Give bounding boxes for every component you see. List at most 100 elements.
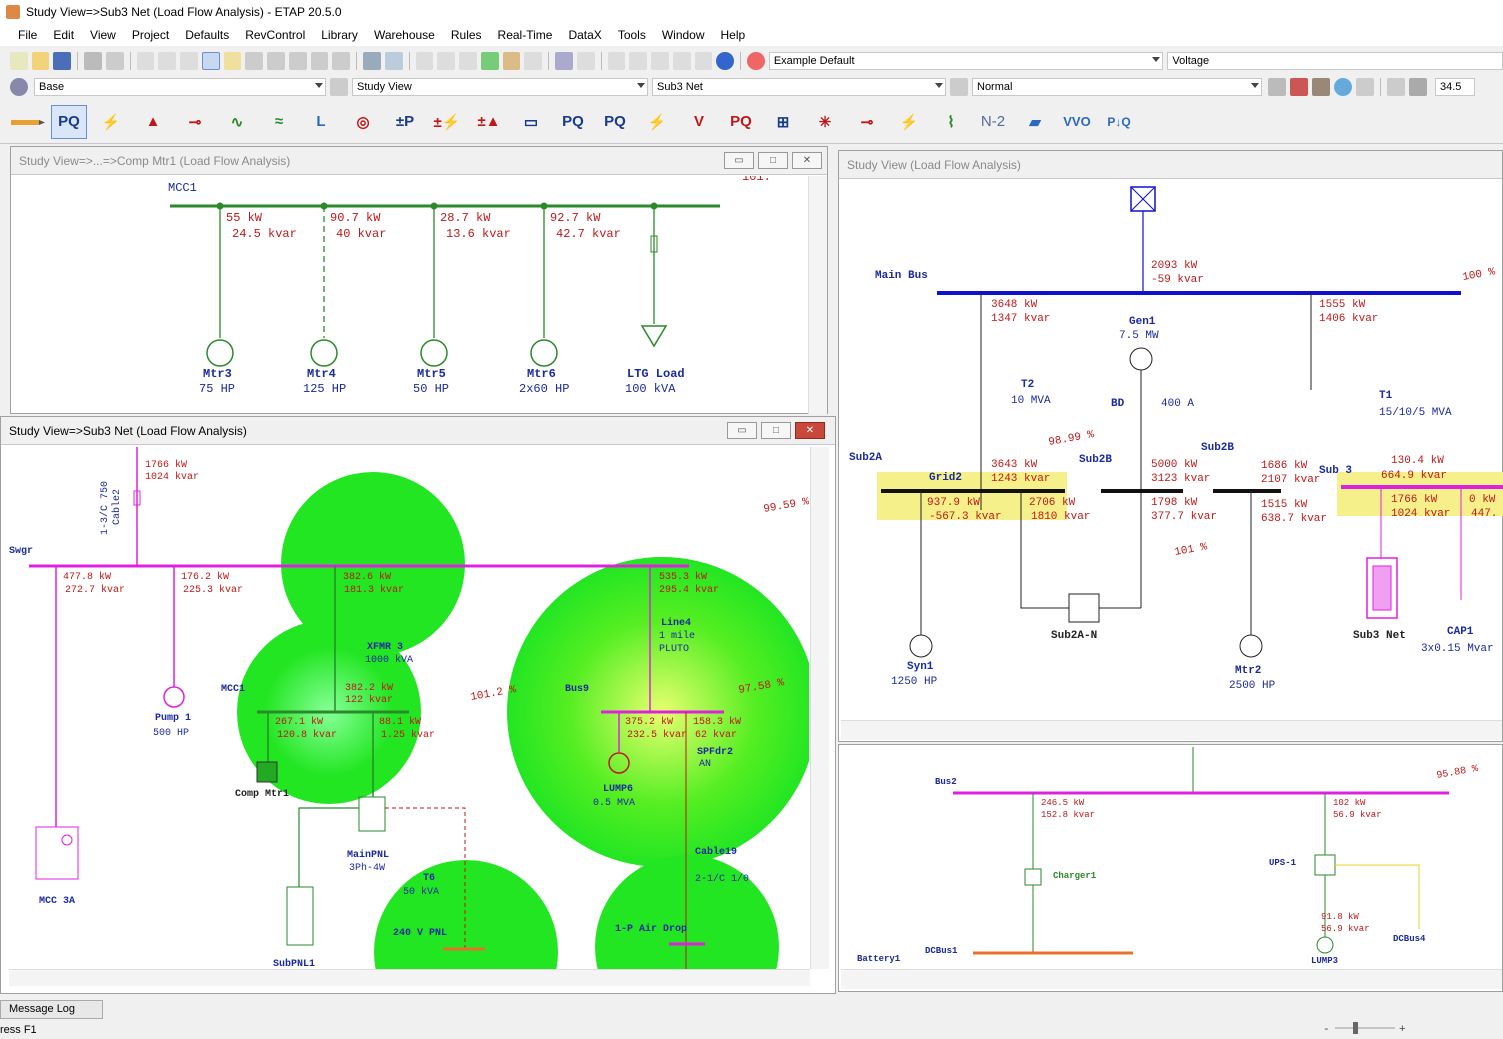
unbalanced-sc-icon[interactable]: ±⚡ <box>429 105 465 139</box>
short-circuit-icon[interactable]: ⚡ <box>93 105 129 139</box>
redo-icon[interactable] <box>384 52 403 70</box>
bus-icon[interactable] <box>576 52 595 70</box>
n1-icon[interactable]: ⌇ <box>933 105 969 139</box>
open-icon[interactable] <box>31 52 50 70</box>
zoom-out-icon[interactable] <box>267 52 285 70</box>
show-grid-icon[interactable] <box>437 52 456 70</box>
print-preview-icon[interactable] <box>105 52 124 70</box>
menu-revcontrol[interactable]: RevControl <box>237 24 313 46</box>
menu-rules[interactable]: Rules <box>443 24 490 46</box>
print-icon[interactable] <box>84 52 102 70</box>
pencil-icon[interactable] <box>9 105 45 139</box>
menu-warehouse[interactable]: Warehouse <box>366 24 443 46</box>
motor-symbol[interactable] <box>206 339 234 367</box>
config-icon[interactable] <box>10 78 28 96</box>
zoom-in-icon[interactable] <box>245 52 264 70</box>
menu-view[interactable]: View <box>82 24 124 46</box>
minimize-button[interactable]: ▭ <box>727 422 757 439</box>
zoom-window-icon[interactable] <box>310 52 329 70</box>
edit-icon[interactable] <box>1387 78 1405 96</box>
horizontal-scrollbar[interactable] <box>9 969 810 986</box>
zoom-fit-icon[interactable] <box>288 52 307 70</box>
arc-flash-icon[interactable]: ▲ <box>135 105 171 139</box>
vertical-scrollbar[interactable] <box>808 176 827 414</box>
zoom-area-icon[interactable] <box>332 52 351 70</box>
eraser-icon[interactable] <box>1409 78 1427 96</box>
dc-load-flow-icon[interactable]: PQ <box>555 105 591 139</box>
undo-icon[interactable] <box>363 52 381 70</box>
pan-icon[interactable] <box>201 52 220 70</box>
transient-icon[interactable]: ≈ <box>261 105 297 139</box>
harmonics-icon[interactable]: ∿ <box>219 105 255 139</box>
reliability-icon[interactable]: PQ <box>723 105 759 139</box>
n2-button[interactable]: N-2 <box>975 105 1011 139</box>
menu-real-time[interactable]: Real-Time <box>490 24 561 46</box>
binoculars-icon[interactable] <box>694 52 713 70</box>
menu-edit[interactable]: Edit <box>45 24 82 46</box>
config-status-select[interactable]: Normal <box>972 78 1262 96</box>
refresh-icon[interactable] <box>1356 78 1374 96</box>
hyperlink-icon[interactable] <box>555 52 573 70</box>
maximize-button[interactable]: □ <box>761 422 791 439</box>
menu-defaults[interactable]: Defaults <box>177 24 237 46</box>
message-log-tab[interactable]: Message Log <box>0 1000 103 1019</box>
report-icon[interactable] <box>607 52 626 70</box>
menu-file[interactable]: File <box>10 24 45 46</box>
cut-icon[interactable] <box>136 52 155 70</box>
theme-select[interactable]: Example Default <box>768 52 1164 70</box>
new-icon[interactable] <box>9 52 28 70</box>
find-icon[interactable] <box>524 52 543 70</box>
menu-project[interactable]: Project <box>124 24 177 46</box>
one-line-diagram[interactable]: 2093 kW -59 kvar Main Bus 100 % 3648 kW … <box>841 180 1503 720</box>
menu-datax[interactable]: DataX <box>560 24 609 46</box>
lock-icon[interactable] <box>502 52 521 70</box>
star-protection-icon[interactable]: L <box>303 105 339 139</box>
dc-arc-flash-icon[interactable]: ±▲ <box>471 105 507 139</box>
motor-symbol[interactable] <box>420 339 448 367</box>
minimize-button[interactable]: ▭ <box>724 152 754 169</box>
display-select[interactable]: Voltage <box>1167 52 1503 70</box>
copy-icon[interactable] <box>158 52 177 70</box>
paste-icon[interactable] <box>180 52 198 70</box>
one-line-diagram[interactable]: Bus2 95.88 % 246.5 kW 152.8 kvar Charger… <box>841 747 1503 969</box>
mcc3a-symbol[interactable] <box>35 826 79 880</box>
comp-mtr1-symbol[interactable] <box>256 761 278 783</box>
maximize-button[interactable]: □ <box>758 152 788 169</box>
mainpnl-symbol[interactable] <box>358 796 386 832</box>
presentation-icon[interactable] <box>330 78 348 96</box>
mtr2-symbol[interactable] <box>1239 634 1263 658</box>
menu-window[interactable]: Window <box>654 24 713 46</box>
cable-pulling-icon[interactable]: ✳ <box>807 105 843 139</box>
one-line-diagram[interactable]: Swgr 1-3/C 750 Cable2 1766 kW 1024 kvar … <box>9 447 809 969</box>
horizontal-scrollbar[interactable] <box>841 720 1502 740</box>
vertical-scrollbar[interactable] <box>810 447 829 969</box>
unbalanced-lf-icon[interactable]: PQ <box>597 105 633 139</box>
contingency-icon[interactable]: ⚡ <box>891 105 927 139</box>
motor-start-icon[interactable]: ⊸ <box>177 105 213 139</box>
load-flow-icon[interactable]: PQ <box>51 104 87 139</box>
copy-config-icon[interactable] <box>1268 78 1286 96</box>
text-box-icon[interactable] <box>415 52 434 70</box>
menu-tools[interactable]: Tools <box>610 24 654 46</box>
rail-icon[interactable]: ▰ <box>1017 105 1053 139</box>
subpnl-symbol[interactable] <box>286 886 314 946</box>
presentation-select[interactable]: Study View <box>352 78 648 96</box>
ups-symbol[interactable] <box>1314 854 1336 876</box>
motor-symbol[interactable] <box>530 339 558 367</box>
select-icon[interactable] <box>223 52 242 70</box>
pvq-icon[interactable]: P↓Q <box>1101 105 1137 139</box>
coordination-icon[interactable]: ◎ <box>345 105 381 139</box>
close-button[interactable]: ✕ <box>795 422 825 439</box>
base-select[interactable]: Base <box>34 78 326 96</box>
charger-symbol[interactable] <box>1024 868 1042 886</box>
switching-sequence-icon[interactable]: ⊸ <box>849 105 885 139</box>
lighting-load-symbol[interactable] <box>640 325 668 348</box>
ground-grid-icon[interactable]: ⊞ <box>765 105 801 139</box>
switching-icon[interactable] <box>950 78 968 96</box>
menu-library[interactable]: Library <box>313 24 366 46</box>
zoom-slider[interactable]: - + <box>1315 1020 1503 1036</box>
cloud-icon[interactable] <box>1334 78 1352 96</box>
dc-short-circuit-icon[interactable]: ⚡ <box>639 105 675 139</box>
menu-help[interactable]: Help <box>713 24 754 46</box>
voltage-input[interactable]: 34.5 <box>1435 78 1475 96</box>
